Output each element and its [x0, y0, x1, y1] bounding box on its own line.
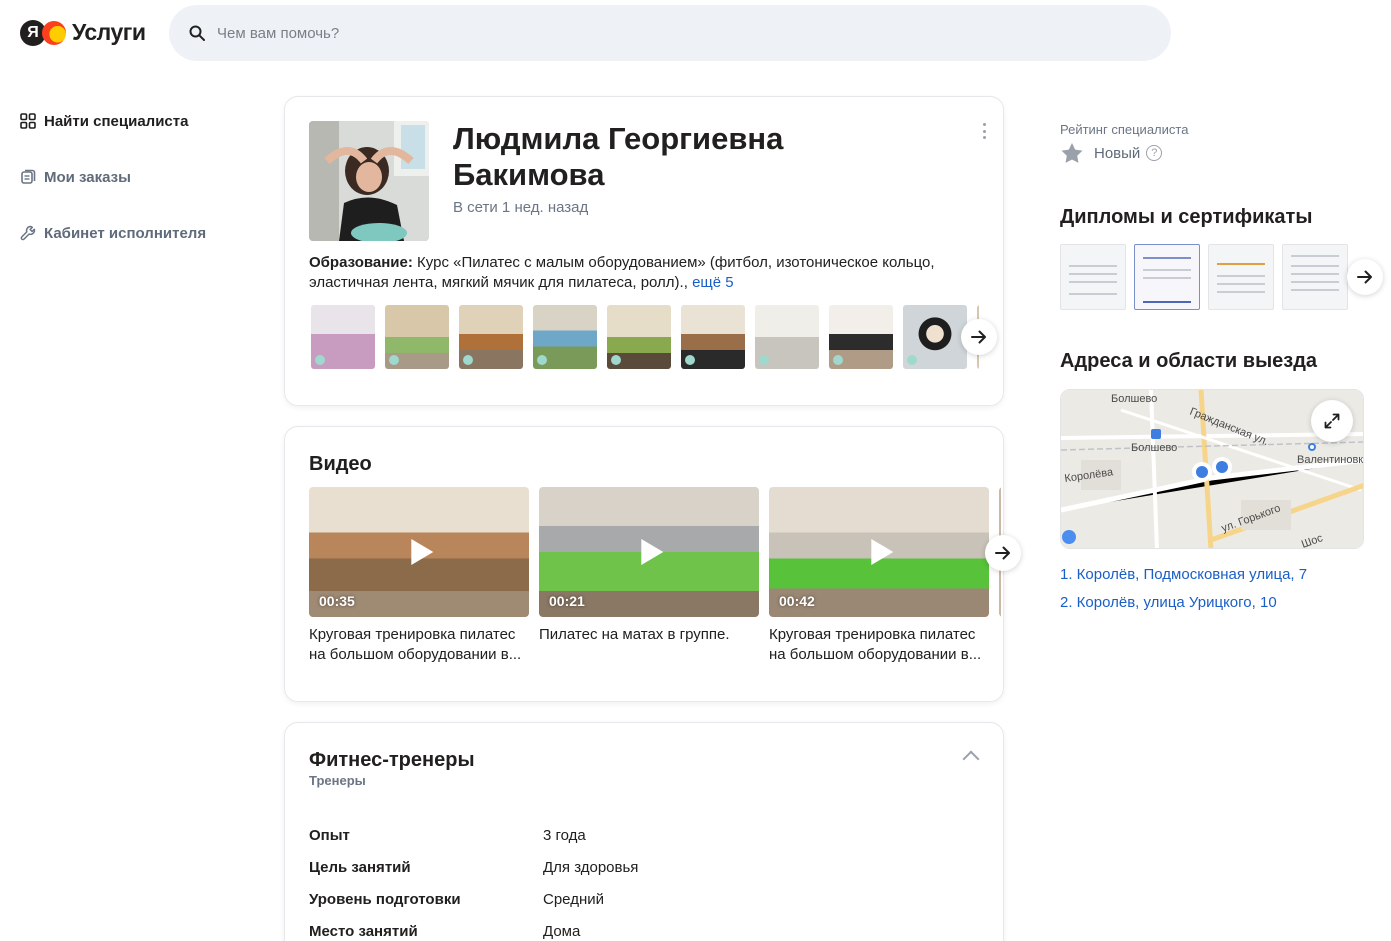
nav-item-label: Найти специалиста — [44, 112, 189, 130]
video-card: Видео 00:35 Круговая тренировка пилатес … — [284, 426, 1021, 702]
profile-card: Людмила Георгиевна Бакимова В сети 1 нед… — [284, 96, 1004, 406]
gallery-photo[interactable] — [533, 305, 597, 369]
certificate-thumbnail[interactable] — [1134, 244, 1200, 310]
address-link[interactable]: 2. Королёв, улица Урицкого, 10 — [1060, 594, 1277, 611]
video-duration: 00:35 — [319, 593, 355, 609]
play-icon — [871, 539, 894, 565]
video-next-button[interactable] — [985, 535, 1021, 571]
play-icon — [641, 539, 664, 565]
play-icon — [411, 539, 434, 565]
video-duration: 00:42 — [779, 593, 815, 609]
map-label: Валентиновка — [1297, 454, 1364, 466]
chevron-up-icon[interactable] — [962, 750, 980, 768]
rating-value: Новый — [1094, 144, 1141, 162]
logo-text: Услуги — [72, 19, 146, 45]
help-icon[interactable]: ? — [1146, 145, 1163, 161]
property-value: 3 года — [543, 826, 586, 844]
education-label: Образование: — [309, 254, 413, 271]
video-caption[interactable]: Пилатес на матах в группе. — [539, 625, 759, 665]
video-list: 00:35 Круговая тренировка пилатес на бол… — [309, 487, 1001, 665]
nav-item-my-orders[interactable]: Мои заказы — [20, 166, 206, 188]
gallery-photo[interactable] — [681, 305, 745, 369]
rating-label: Рейтинг специалиста — [1060, 122, 1189, 137]
gallery-photo[interactable] — [829, 305, 893, 369]
rating: Новый ? — [1060, 142, 1163, 164]
avatar[interactable] — [309, 121, 429, 241]
property-value: Для здоровья — [543, 858, 639, 876]
certificates-title: Дипломы и сертификаты — [1060, 206, 1313, 228]
fitness-subtitle: Тренеры — [309, 773, 366, 788]
arrow-right-icon — [995, 546, 1010, 560]
fitness-trainers-card: Фитнес-тренеры Тренеры Опыт 3 года Цель … — [284, 722, 1004, 941]
nav-item-label: Мои заказы — [44, 168, 131, 186]
video-section-title: Видео — [309, 453, 372, 475]
video-thumbnail[interactable]: 00:21 — [539, 487, 759, 617]
certificates-next-button[interactable] — [1347, 259, 1383, 295]
online-status: В сети 1 нед. назад — [453, 199, 589, 216]
gallery-photo[interactable] — [459, 305, 523, 369]
gallery-photo[interactable] — [311, 305, 375, 369]
property-value: Дома — [543, 922, 581, 940]
video-caption[interactable]: Круговая тренировка пилатес на большом о… — [309, 625, 529, 665]
search-input[interactable] — [217, 24, 1117, 42]
video-item[interactable]: 00:35 Круговая тренировка пилатес на бол… — [309, 487, 529, 665]
map-label: Болшево — [1111, 393, 1157, 405]
fitness-section-title: Фитнес-тренеры — [309, 749, 475, 771]
certificates-list — [1060, 244, 1364, 310]
property-key: Место занятий — [309, 922, 418, 940]
certificate-thumbnail[interactable] — [1208, 244, 1274, 310]
more-menu-icon[interactable] — [981, 123, 987, 139]
arrow-right-icon — [971, 330, 986, 344]
search-icon — [189, 25, 205, 41]
gallery-photo[interactable] — [903, 305, 967, 369]
map-label: Болшево — [1131, 442, 1177, 454]
certificate-thumbnail[interactable] — [1282, 244, 1348, 310]
profile-name: Людмила Георгиевна Бакимова — [453, 121, 784, 192]
address-link[interactable]: 1. Королёв, Подмосковная улица, 7 — [1060, 566, 1307, 583]
left-nav: Найти специалиста Мои заказы Кабинет исп… — [20, 110, 206, 278]
property-row: Цель занятий Для здоровья — [309, 851, 638, 883]
photo-gallery — [311, 305, 979, 369]
property-key: Уровень подготовки — [309, 890, 461, 908]
video-caption[interactable]: Круговая тренировка пилатес на большом о… — [769, 625, 989, 665]
gallery-photo[interactable] — [607, 305, 671, 369]
gallery-photo[interactable] — [755, 305, 819, 369]
logo-sphere-icon — [42, 20, 66, 45]
video-thumbnail[interactable]: 00:35 — [309, 487, 529, 617]
video-duration: 00:21 — [549, 593, 585, 609]
nav-item-find-specialist[interactable]: Найти специалиста — [20, 110, 206, 132]
property-value: Средний — [543, 890, 604, 908]
property-key: Цель занятий — [309, 858, 411, 876]
orders-icon — [20, 169, 36, 185]
nav-item-performer-cabinet[interactable]: Кабинет исполнителя — [20, 222, 206, 244]
video-item-partial[interactable] — [999, 487, 1001, 665]
video-item[interactable]: 00:42 Круговая тренировка пилатес на бол… — [769, 487, 989, 665]
gallery-next-button[interactable] — [961, 319, 997, 355]
property-row: Уровень подготовки Средний — [309, 883, 638, 915]
addresses-title: Адреса и области выезда — [1060, 350, 1318, 372]
map-expand-button[interactable] — [1311, 400, 1353, 442]
nav-item-label: Кабинет исполнителя — [44, 224, 207, 242]
logo[interactable]: Я Услуги — [20, 19, 146, 46]
arrow-right-icon — [1357, 270, 1372, 284]
star-icon — [1061, 143, 1083, 163]
grid-icon — [20, 113, 36, 129]
wrench-icon — [20, 225, 36, 241]
search-bar[interactable] — [169, 5, 1171, 61]
map[interactable]: Болшево Гражданская ул. Болшево Валентин… — [1060, 389, 1364, 549]
gallery-photo[interactable] — [385, 305, 449, 369]
video-thumbnail[interactable]: 00:42 — [769, 487, 989, 617]
expand-icon — [1324, 413, 1340, 429]
property-row: Опыт 3 года — [309, 819, 638, 851]
education-text: Образование: Курс «Пилатес с малым обору… — [309, 253, 969, 293]
education-more-link[interactable]: ещё 5 — [692, 274, 734, 291]
fitness-properties: Опыт 3 года Цель занятий Для здоровья Ур… — [309, 819, 638, 941]
certificate-thumbnail[interactable] — [1060, 244, 1126, 310]
property-key: Опыт — [309, 826, 350, 844]
property-row: Место занятий Дома — [309, 915, 638, 941]
video-item[interactable]: 00:21 Пилатес на матах в группе. — [539, 487, 759, 665]
